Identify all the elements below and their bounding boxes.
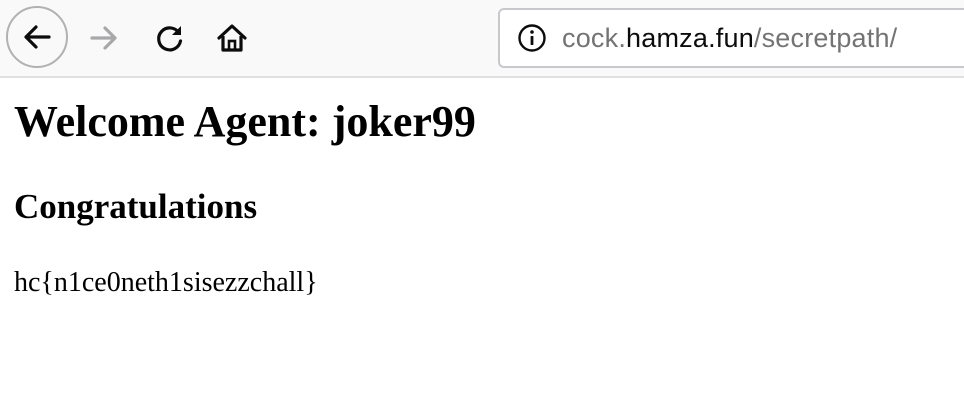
info-icon[interactable] <box>516 22 548 54</box>
reload-button[interactable] <box>146 14 194 62</box>
back-arrow-icon <box>24 25 51 49</box>
url-path: /secretpath/ <box>753 22 898 53</box>
home-icon <box>217 24 247 52</box>
reload-icon <box>157 26 183 52</box>
url-host: hamza.fun <box>626 22 754 53</box>
browser-toolbar: cock.hamza.fun/secretpath/ <box>0 0 964 78</box>
forward-button[interactable] <box>80 14 128 62</box>
welcome-heading: Welcome Agent: joker99 <box>14 97 476 146</box>
flag-text: hc{n1ce0neth1sisezzchall} <box>14 267 318 298</box>
url-text[interactable]: cock.hamza.fun/secretpath/ <box>562 23 897 54</box>
back-button[interactable] <box>6 6 68 68</box>
home-button[interactable] <box>208 14 256 62</box>
congratulations-heading: Congratulations <box>14 187 258 226</box>
url-bar[interactable]: cock.hamza.fun/secretpath/ <box>498 8 964 68</box>
page-content: Welcome Agent: joker99 Congratulations h… <box>14 80 964 300</box>
url-prefix: cock. <box>562 22 627 53</box>
forward-arrow-icon <box>90 26 117 50</box>
